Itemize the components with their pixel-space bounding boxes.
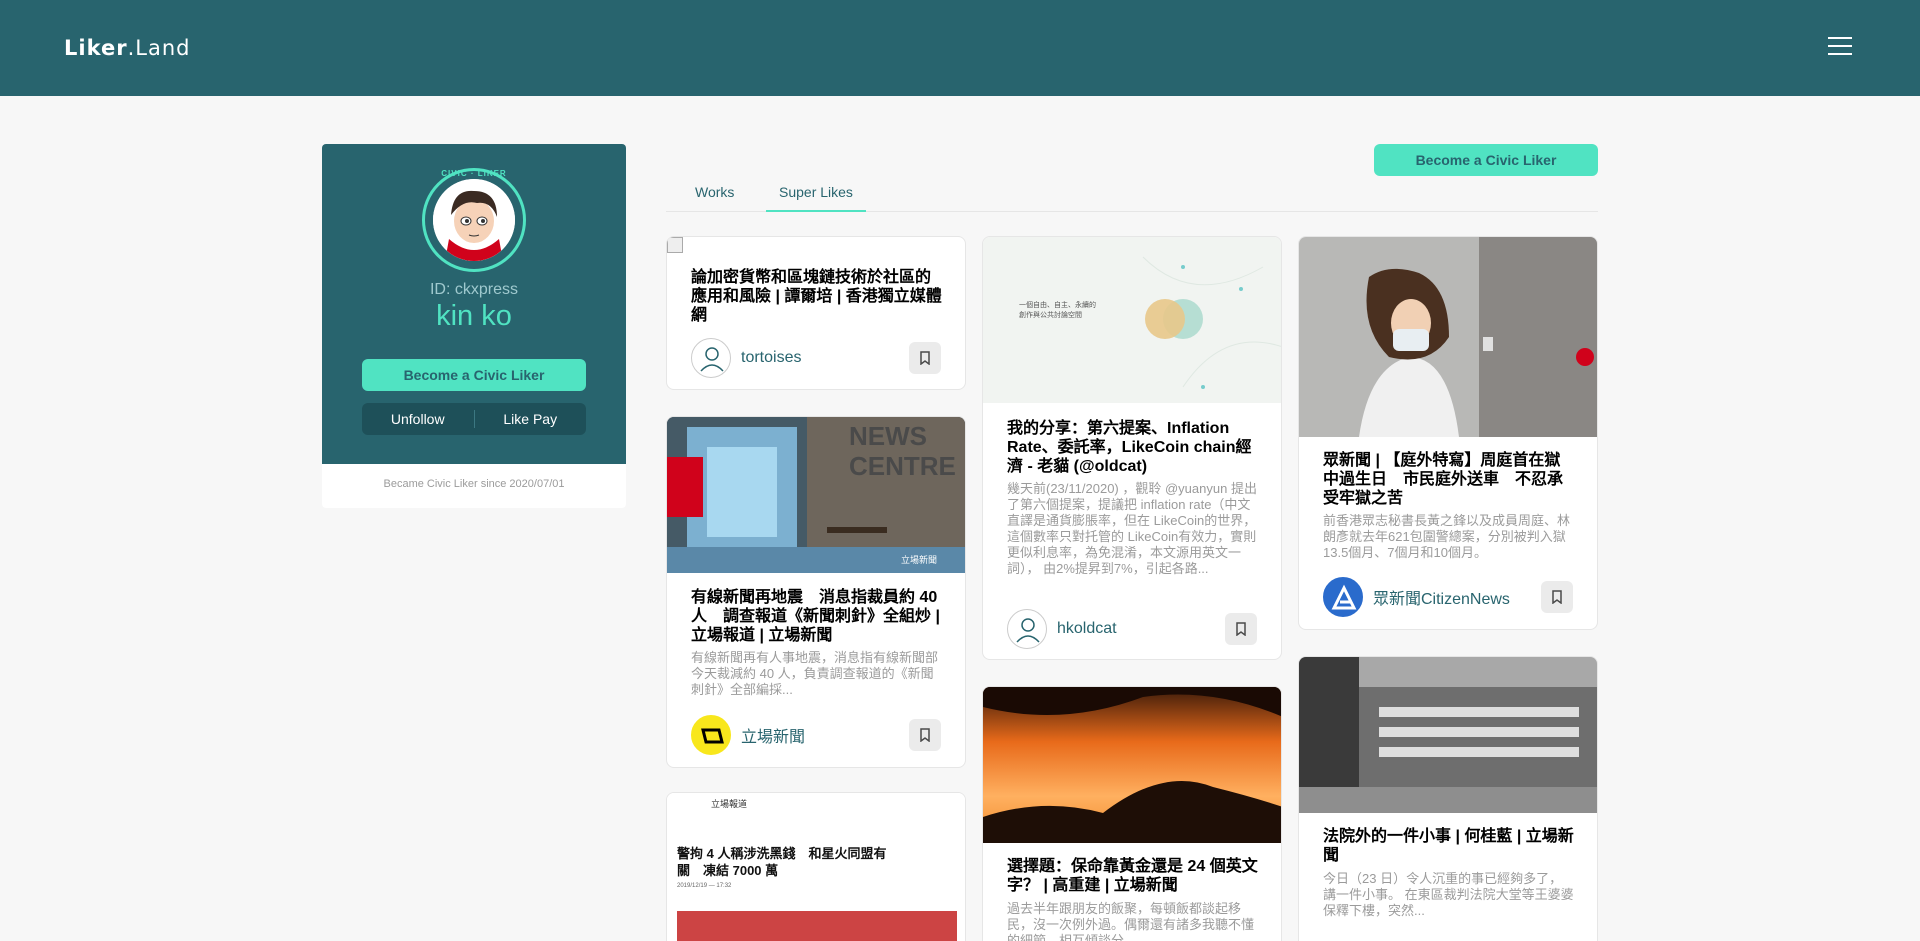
author-name: 立場新聞 (741, 729, 806, 746)
card-description: 前香港眾志秘書長黃之鋒以及成員周庭、林朗彥就去年621包圍警總案，分別被判入獄1… (1323, 513, 1571, 560)
become-civic-liker-top-button[interactable]: Become a Civic Liker (1374, 144, 1598, 176)
card-image (1299, 237, 1597, 437)
content-card[interactable]: 一個自由、自主、永續的 創作與公共討論空間 我的分享：第六提案、Inflatio… (982, 236, 1282, 660)
avatar (1323, 577, 1363, 617)
become-civic-liker-button[interactable]: Become a Civic Liker (362, 359, 586, 391)
card-description: 過去半年跟朋友的飯聚，每頓飯都談起移民，沒一次例外過。偶爾還有諸多我聽不懂的細節… (1007, 901, 1255, 941)
img-caption: 一個自由、自主、永續的 創作與公共討論空間 (1019, 302, 1096, 319)
unfollow-button[interactable]: Unfollow (362, 403, 474, 435)
img-photo (677, 911, 957, 941)
card-author[interactable]: hkoldcat (1007, 609, 1117, 649)
profile-actions: Unfollow Like Pay (362, 403, 586, 435)
author-name: hkoldcat (1057, 620, 1117, 637)
card-title[interactable]: 法院外的一件小事 | 何桂藍 | 立場新聞 (1323, 827, 1575, 865)
content-card[interactable]: 選擇題：保命靠黃金還是 24 個英文字？ | 高重建 | 立場新聞 過去半年跟朋… (982, 686, 1282, 941)
card-title[interactable]: 我的分享：第六提案、Inflation Rate、委託率，LikeCoin ch… (1007, 419, 1259, 476)
card-title[interactable]: 論加密貨幣和區塊鏈技術於社區的應用和風險 | 譚爾培 | 香港獨立媒體網 (691, 268, 943, 325)
tab-bar: Works Super Likes (666, 176, 1598, 212)
logo-text-liker: Liker (64, 36, 128, 60)
hamburger-icon[interactable] (1828, 37, 1852, 57)
author-name: tortoises (741, 349, 802, 366)
card-image: 一個自由、自主、永續的 創作與公共討論空間 (983, 237, 1281, 403)
logo[interactable]: Liker.Land (64, 36, 190, 60)
img-watermark: 立場新聞 (901, 554, 937, 566)
broken-image-icon (667, 237, 683, 253)
card-author[interactable]: tortoises (691, 338, 801, 378)
card-author[interactable]: 眾新聞CitizenNews (1323, 577, 1510, 617)
content-card[interactable]: 眾新聞 | 【庭外特寫】周庭首在獄中過生日 市民庭外送車 不忍承受牢獄之苦 前香… (1298, 236, 1598, 630)
civic-liker-avatar-ring: CIVIC · LIKER (422, 168, 526, 272)
card-title[interactable]: 眾新聞 | 【庭外特寫】周庭首在獄中過生日 市民庭外送車 不忍承受牢獄之苦 (1323, 451, 1575, 508)
tab-works[interactable]: Works (682, 184, 747, 212)
content-card[interactable]: 立場報道 警拘 4 人稱涉洗黑錢 和星火同盟有關 凍結 7000 萬 2019/… (666, 792, 966, 941)
like-pay-button[interactable]: Like Pay (475, 403, 587, 435)
img-text-centre: CENTRE (849, 451, 956, 481)
tab-super-likes[interactable]: Super Likes (766, 184, 866, 212)
avatar (691, 338, 731, 378)
bookmark-icon[interactable] (1541, 581, 1573, 613)
img-title: 警拘 4 人稱涉洗黑錢 和星火同盟有關 凍結 7000 萬 (677, 846, 887, 878)
civic-liker-since: Became Civic Liker since 2020/07/01 (383, 478, 565, 490)
bookmark-icon[interactable] (1225, 613, 1257, 645)
card-title[interactable]: 選擇題：保命靠黃金還是 24 個英文字？ | 高重建 | 立場新聞 (1007, 857, 1259, 895)
top-bar: Liker.Land (0, 0, 1920, 96)
card-author[interactable]: 立場新聞 (691, 715, 805, 755)
img-text-news: NEWS (849, 421, 927, 451)
card-title[interactable]: 有線新聞再地震 消息指裁員約 40 人 調查報道《新聞刺針》全組炒 | 立場報道… (691, 588, 943, 645)
card-image: NEWS CENTRE 立場新聞 (667, 417, 965, 573)
img-date: 2019/12/19 — 17:32 (677, 883, 732, 889)
profile-id: ID: ckxpress (429, 281, 518, 298)
avatar[interactable] (433, 179, 515, 261)
card-description: 今日（23 日）令人沉重的事已經夠多了，講一件小事。 在東區裁判法院大堂等王婆婆… (1323, 871, 1574, 918)
logo-text-land: .Land (127, 36, 191, 60)
card-image (983, 687, 1281, 843)
profile-card: CIVIC · LIKER ID: ckxpress kin ko Become… (322, 144, 626, 508)
content-card[interactable]: 法院外的一件小事 | 何桂藍 | 立場新聞 今日（23 日）令人沉重的事已經夠多… (1298, 656, 1598, 941)
card-image (1299, 657, 1597, 813)
author-name: 眾新聞CitizenNews (1373, 591, 1510, 608)
card-description: 有線新聞再有人事地震，消息指有線新聞部今天裁減約 40 人，負責調查報道的《新聞… (691, 650, 939, 697)
bookmark-icon[interactable] (909, 342, 941, 374)
avatar (691, 715, 731, 755)
profile-header: CIVIC · LIKER ID: ckxpress kin ko Become… (322, 144, 626, 464)
content-card[interactable]: NEWS CENTRE 立場新聞 有線新聞再地震 消息指裁員約 40 人 調查報… (666, 416, 966, 768)
content-card[interactable]: 論加密貨幣和區塊鏈技術於社區的應用和風險 | 譚爾培 | 香港獨立媒體網 tor… (666, 236, 966, 390)
card-description: 幾天前(23/11/2020) ，觀聆 @yuanyun 提出了第六個提案，提議… (1007, 481, 1257, 576)
card-image: 立場報道 警拘 4 人稱涉洗黑錢 和星火同盟有關 凍結 7000 萬 2019/… (667, 793, 965, 941)
profile-name: kin ko (436, 300, 512, 332)
civic-liker-badge-text: CIVIC · LIKER (441, 169, 507, 178)
img-header: 立場報道 (711, 799, 748, 809)
avatar (1007, 609, 1047, 649)
bookmark-icon[interactable] (909, 719, 941, 751)
